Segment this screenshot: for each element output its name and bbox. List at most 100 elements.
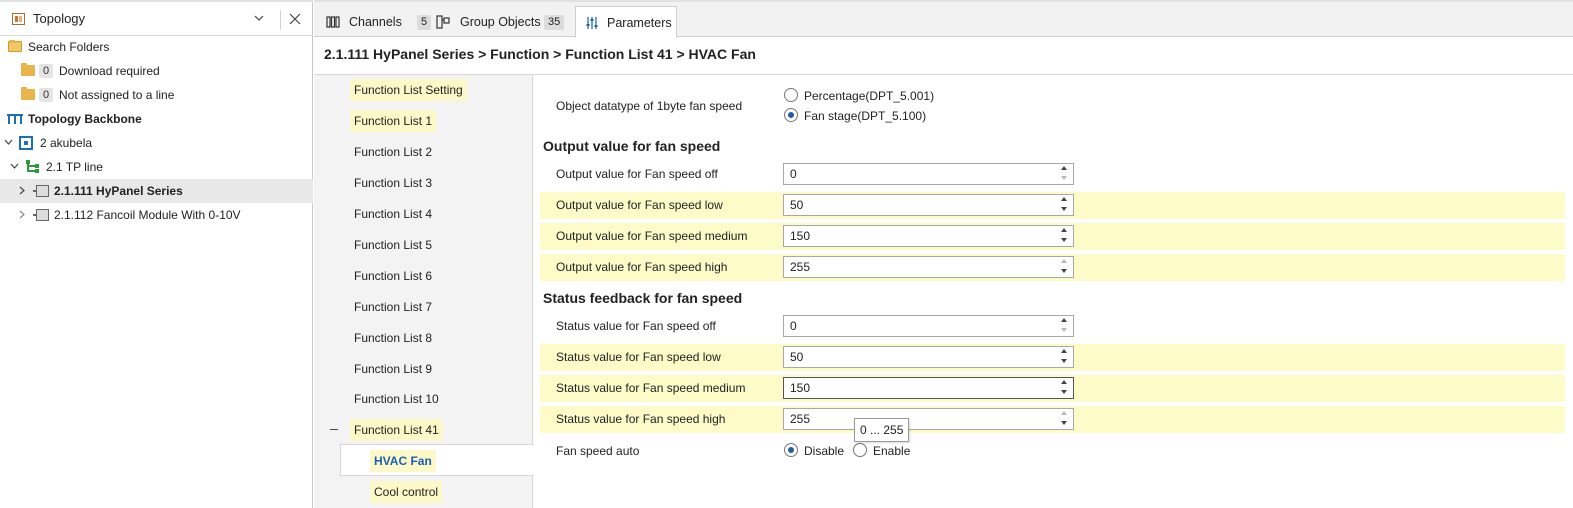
spin-up-icon[interactable] — [1061, 411, 1067, 415]
spin-up-icon[interactable] — [1061, 318, 1067, 322]
nav-item-function-list-6[interactable]: Function List 6 — [350, 265, 436, 287]
nav-item-cool-control[interactable]: Cool control — [370, 481, 443, 503]
nav-item-function-list-9[interactable]: Function List 9 — [350, 358, 436, 380]
section-title-output: Output value for fan speed — [543, 138, 721, 154]
nav-item-function-list-7[interactable]: Function List 7 — [350, 296, 436, 318]
spin-value: 255 — [790, 412, 811, 426]
tree-item-topology-backbone[interactable]: Topology Backbone — [0, 107, 313, 131]
tab-parameters[interactable]: Parameters — [575, 6, 677, 38]
tree-item-download-required[interactable]: 0 Download required — [0, 59, 313, 83]
tab-badge: 35 — [544, 15, 565, 30]
tree-item-device-hypanel[interactable]: 2.1.111 HyPanel Series — [0, 179, 313, 203]
close-icon[interactable] — [289, 13, 301, 25]
tab-group-objects[interactable]: Group Objects 35 — [436, 6, 571, 38]
spin-down-icon[interactable] — [1061, 359, 1067, 363]
device-icon — [33, 185, 49, 197]
area-icon — [19, 136, 33, 150]
chevron-right-icon[interactable] — [18, 186, 27, 195]
tree-item-not-assigned[interactable]: 0 Not assigned to a line — [0, 83, 313, 107]
spin-down-icon[interactable] — [1061, 390, 1067, 394]
param-label: Output value for Fan speed medium — [556, 229, 748, 243]
tab-bar: Channels 5 Group Objects 35 Parameters — [314, 0, 1573, 38]
param-label: Output value for Fan speed low — [556, 198, 723, 212]
parameters-icon — [586, 17, 598, 29]
spin-up-icon[interactable] — [1061, 197, 1067, 201]
section-title-status: Status feedback for fan speed — [543, 290, 743, 306]
radio-enable[interactable] — [853, 443, 867, 457]
status-off-spinbox[interactable]: 0 — [783, 315, 1074, 337]
tree-item-label: Search Folders — [28, 40, 110, 54]
nav-item-function-list-5[interactable]: Function List 5 — [350, 234, 436, 256]
chevron-down-icon[interactable] — [10, 162, 19, 171]
spin-down-icon[interactable] — [1061, 238, 1067, 242]
param-row-status-off: Status value for Fan speed off 0 — [540, 313, 1565, 340]
nav-item-function-list-2[interactable]: Function List 2 — [350, 141, 436, 163]
tree-item-label: 2.1.112 Fancoil Module With 0-10V — [54, 208, 241, 222]
spin-up-icon[interactable] — [1061, 166, 1067, 170]
nav-item-function-list-41[interactable]: Function List 41 — [350, 419, 443, 441]
spin-value: 50 — [790, 350, 804, 364]
param-label: Status value for Fan speed low — [556, 350, 721, 364]
status-high-spinbox[interactable]: 255 — [783, 408, 1074, 430]
param-label: Status value for Fan speed medium — [556, 381, 746, 395]
radio-fan-stage[interactable] — [784, 108, 798, 122]
status-low-spinbox[interactable]: 50 — [783, 346, 1074, 368]
spin-up-icon[interactable] — [1061, 349, 1067, 353]
output-low-spinbox[interactable]: 50 — [783, 194, 1074, 216]
radio-label: Enable — [873, 444, 911, 458]
radio-percentage[interactable] — [784, 88, 798, 102]
radio-label: Percentage(DPT_5.001) — [804, 89, 935, 103]
count-badge: 0 — [39, 64, 54, 78]
chevron-down-icon[interactable] — [254, 13, 264, 23]
breadcrumb: 2.1.111 HyPanel Series > Function > Func… — [324, 46, 756, 62]
folder-icon — [21, 87, 35, 100]
nav-item-function-list-10[interactable]: Function List 10 — [350, 388, 443, 410]
radio-label: Disable — [804, 444, 845, 458]
spin-down-icon[interactable] — [1061, 269, 1067, 273]
spin-down-icon[interactable] — [1061, 328, 1067, 332]
nav-item-function-list-setting[interactable]: Function List Setting — [350, 79, 467, 101]
folder-icon — [21, 63, 35, 76]
device-icon — [33, 209, 49, 221]
nav-item-function-list-8[interactable]: Function List 8 — [350, 327, 436, 349]
nav-item-function-list-1[interactable]: Function List 1 — [350, 110, 437, 132]
topology-header: Topology — [0, 0, 313, 36]
output-off-spinbox[interactable]: 0 — [783, 163, 1074, 185]
spin-down-icon[interactable] — [1061, 207, 1067, 211]
radio-disable[interactable] — [784, 443, 798, 457]
output-medium-spinbox[interactable]: 150 — [783, 225, 1074, 247]
param-row-output-off: Output value for Fan speed off 0 — [540, 161, 1565, 188]
status-medium-spinbox[interactable]: 150 — [783, 377, 1074, 399]
nav-item-function-list-4[interactable]: Function List 4 — [350, 203, 436, 225]
chevron-down-icon[interactable] — [4, 138, 13, 147]
radio-label: Fan stage(DPT_5.100) — [804, 109, 927, 123]
topology-panel: Topology Search Folders 0 Download requi… — [0, 0, 313, 508]
tree-item-device-fancoil[interactable]: 2.1.112 Fancoil Module With 0-10V — [0, 203, 313, 227]
tab-label: Channels — [349, 15, 402, 29]
tab-label: Group Objects — [460, 15, 541, 29]
tree-item-line[interactable]: 2.1 TP line — [0, 155, 313, 179]
collapse-icon[interactable] — [330, 429, 338, 430]
spin-down-icon[interactable] — [1061, 421, 1067, 425]
param-row-status-medium: Status value for Fan speed medium 150 — [540, 375, 1565, 402]
output-high-spinbox[interactable]: 255 — [783, 256, 1074, 278]
param-label: Fan speed auto — [556, 444, 640, 458]
chevron-right-icon[interactable] — [18, 210, 27, 219]
param-label: Status value for Fan speed high — [556, 412, 726, 426]
header-divider — [280, 10, 281, 30]
param-label: Output value for Fan speed off — [556, 167, 718, 181]
nav-item-hvac-fan[interactable]: HVAC Fan — [370, 450, 436, 472]
spin-down-icon[interactable] — [1061, 176, 1067, 180]
param-row-fan-auto: Fan speed auto Disable Enable — [540, 437, 1565, 464]
topology-icon — [12, 13, 25, 25]
spin-up-icon[interactable] — [1061, 259, 1067, 263]
spin-up-icon[interactable] — [1061, 228, 1067, 232]
tab-channels[interactable]: Channels 5 — [326, 6, 436, 38]
tree-item-search-folders[interactable]: Search Folders — [0, 35, 313, 59]
channels-icon — [326, 16, 340, 28]
tree-item-area[interactable]: 2 akubela — [0, 131, 313, 155]
spin-up-icon[interactable] — [1061, 380, 1067, 384]
param-label: Object datatype of 1byte fan speed — [556, 99, 743, 113]
nav-item-function-list-3[interactable]: Function List 3 — [350, 172, 436, 194]
count-badge: 0 — [39, 88, 54, 102]
